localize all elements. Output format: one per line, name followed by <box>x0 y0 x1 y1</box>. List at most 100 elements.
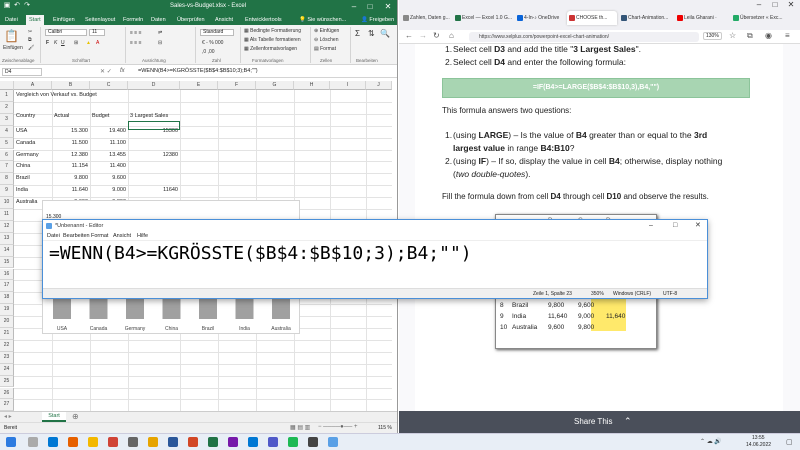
row-header[interactable]: 25 <box>0 375 14 388</box>
tray-icons[interactable]: ⌃ ☁ 🔊 <box>700 438 722 445</box>
data-cell[interactable]: 11.640 <box>52 187 88 193</box>
col-header-f[interactable]: F <box>218 81 256 90</box>
row-header[interactable]: 15 <box>0 256 14 269</box>
col-header-e[interactable]: E <box>180 81 218 90</box>
data-cell[interactable]: Australia <box>16 199 37 205</box>
select-all[interactable] <box>0 81 14 90</box>
tab-einfuegen[interactable]: Einfügen <box>50 15 78 25</box>
row-header[interactable]: 18 <box>0 292 14 305</box>
col-header-h[interactable]: H <box>294 81 330 90</box>
onenote-icon[interactable] <box>228 437 238 447</box>
back-icon[interactable]: ← <box>405 31 413 40</box>
data-cell[interactable]: 13.455 <box>90 152 126 158</box>
save-icon[interactable]: ▣ <box>3 2 11 10</box>
sort-filter-icon[interactable]: ⇅ <box>368 29 375 38</box>
browser-tab-5[interactable]: Chart-Animation... <box>619 11 673 25</box>
row-header[interactable]: 8 <box>0 173 14 186</box>
paste-icon[interactable]: 📋 <box>4 29 19 43</box>
menu-icon[interactable]: ≡ <box>785 31 790 40</box>
find-icon[interactable]: 🔍 <box>380 29 390 38</box>
explorer-icon[interactable] <box>88 437 98 447</box>
conditional-format-button[interactable]: ▦ Bedingte Formatierung <box>244 28 301 34</box>
formula-input[interactable]: =WENN(B4>=KGRÖSSTE($B$4:$B$10;3);B4;"") <box>138 68 258 74</box>
browser-tab-2[interactable]: Excel — Excel 1.0 G... <box>453 11 513 25</box>
row-header[interactable]: 17 <box>0 280 14 293</box>
sheet-tab-start[interactable]: Start <box>42 412 66 422</box>
close-button[interactable]: ✕ <box>380 0 396 13</box>
browser-tab-1[interactable]: Zahlen, Daten g... <box>401 11 451 25</box>
excel-taskbar-icon[interactable] <box>208 437 218 447</box>
cell-a1[interactable]: Vergleich von Verkauf vs. Budget <box>16 92 97 98</box>
row-header[interactable]: 21 <box>0 328 14 340</box>
add-sheet-icon[interactable]: ⊕ <box>72 412 79 421</box>
share-button[interactable]: 👤 Freigeben <box>358 15 397 25</box>
word-icon[interactable] <box>168 437 178 447</box>
redo-icon[interactable]: ↷ <box>23 2 31 10</box>
browser-close-button[interactable]: ✕ <box>783 0 799 10</box>
extensions-icon[interactable]: ⧉ <box>747 31 753 41</box>
browser-tab-7[interactable]: Übersetzer « Exc... <box>731 11 787 25</box>
data-cell[interactable]: Brazil <box>16 175 30 181</box>
format-as-table-button[interactable]: ▦ Als Tabelle formatieren <box>244 37 301 43</box>
browser-tab-6[interactable]: Leila Gharani · <box>675 11 729 25</box>
data-cell[interactable]: 19.400 <box>90 128 126 134</box>
delete-cells-button[interactable]: ⊖ Löschen <box>314 37 339 43</box>
cell-b3[interactable]: Actual <box>54 113 69 119</box>
menu-datei[interactable]: Datei <box>47 233 60 239</box>
autosum-icon[interactable]: Σ <box>355 29 360 38</box>
notepad-minimize-button[interactable]: – <box>649 220 653 232</box>
app-icon-5[interactable] <box>308 437 318 447</box>
notepad-taskbar-icon[interactable] <box>328 437 338 447</box>
notification-icon[interactable]: ▢ <box>786 438 793 446</box>
cut-icon[interactable]: ✂ <box>28 29 32 35</box>
cell-a3[interactable]: Country <box>16 113 35 119</box>
row-header[interactable]: 23 <box>0 351 14 364</box>
data-cell[interactable]: China <box>16 163 30 169</box>
col-header-a[interactable]: A <box>14 81 52 90</box>
bold-button[interactable]: F <box>46 40 49 46</box>
row-header[interactable]: 1 <box>0 90 14 102</box>
share-bar[interactable]: Share This ⌃ <box>399 411 800 433</box>
row-header[interactable]: 20 <box>0 316 14 328</box>
data-cell[interactable]: USA <box>16 128 27 134</box>
align-top-icon[interactable]: ≡ ≡ ≡ <box>130 30 142 36</box>
start-icon[interactable] <box>6 437 16 447</box>
merge-icon[interactable]: ⊟ <box>158 40 162 46</box>
tab-seitenlayout[interactable]: Seitenlayout <box>82 15 118 25</box>
align-left-icon[interactable]: ≡ ≡ ≡ <box>130 40 142 46</box>
browser-minimize-button[interactable]: – <box>751 0 767 10</box>
row-header[interactable]: 19 <box>0 304 14 317</box>
row-header[interactable]: 11 <box>0 209 14 221</box>
row-header[interactable]: 9 <box>0 185 14 198</box>
zoom-indicator[interactable]: 130% <box>703 32 722 40</box>
teams-icon[interactable] <box>268 437 278 447</box>
font-size-select[interactable]: 11 <box>89 29 105 36</box>
copy-icon[interactable]: ⧉ <box>28 37 32 43</box>
outlook-icon[interactable] <box>248 437 258 447</box>
data-cell[interactable]: 11640 <box>128 187 178 193</box>
selected-cell[interactable] <box>128 121 180 130</box>
app-icon-1[interactable] <box>108 437 118 447</box>
data-cell[interactable]: 9.000 <box>90 187 126 193</box>
account-icon[interactable]: ◉ <box>765 31 772 40</box>
data-cell[interactable]: 9.600 <box>90 175 126 181</box>
notepad-text-area[interactable]: =WENN(B4>=KGRÖSSTE($B$4:$B$10;3);B4;"") <box>49 243 472 264</box>
menu-bearbeiten[interactable]: Bearbeiten <box>63 233 90 239</box>
edge-icon[interactable] <box>48 437 58 447</box>
insert-cells-button[interactable]: ⊕ Einfügen <box>314 28 339 34</box>
row-header[interactable]: 12 <box>0 220 14 233</box>
firefox-icon[interactable] <box>68 437 78 447</box>
row-header[interactable]: 6 <box>0 149 14 162</box>
currency-icon[interactable]: € - % 000 <box>202 40 223 46</box>
powerpoint-icon[interactable] <box>188 437 198 447</box>
row-header[interactable]: 22 <box>0 339 14 352</box>
tab-ansicht[interactable]: Ansicht <box>212 15 236 25</box>
browser-tab-3[interactable]: 4-In-♪ OneDrive <box>515 11 565 25</box>
tab-datei[interactable]: Datei <box>2 15 21 25</box>
row-header[interactable]: 24 <box>0 363 14 376</box>
zoom-slider[interactable]: − ────●── + <box>318 424 357 430</box>
app-icon-2[interactable] <box>128 437 138 447</box>
data-cell[interactable]: 11.100 <box>90 140 126 146</box>
data-cell[interactable]: Germany <box>16 152 39 158</box>
row-header[interactable]: 13 <box>0 232 14 245</box>
